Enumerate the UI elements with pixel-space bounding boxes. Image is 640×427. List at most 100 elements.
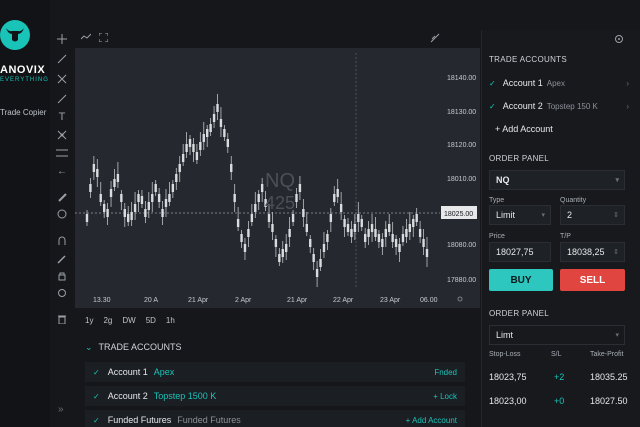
candle-body <box>250 214 254 222</box>
account-row[interactable]: ✓ Account 2 Topstep 1500 K + Lock <box>85 386 465 406</box>
magnet-icon[interactable] <box>53 234 71 248</box>
col-take-profit: Take-Profit <box>590 351 624 358</box>
ruler-icon[interactable] <box>53 190 71 204</box>
measure-icon[interactable] <box>53 146 71 160</box>
candle-body <box>236 219 240 227</box>
candle-body <box>367 229 370 237</box>
sell-button[interactable]: SELL <box>560 269 625 291</box>
candle-body <box>164 199 168 207</box>
order-sl-cell: +0 <box>554 396 565 406</box>
candle-body <box>284 244 288 252</box>
candle-body <box>271 224 274 232</box>
candle-body <box>96 169 99 177</box>
time-tick-label: 13.30 <box>93 297 111 304</box>
account-name: Account 1 <box>107 367 148 377</box>
candle-body <box>267 214 271 222</box>
timeframe-2g[interactable]: 2g <box>103 316 112 325</box>
buy-button[interactable]: BUY <box>489 269 553 291</box>
trendline-icon[interactable] <box>53 52 71 66</box>
order-type-select[interactable]: Limit ▾ <box>489 205 551 225</box>
account-provider: Topstep 150 K <box>546 101 598 111</box>
account-row[interactable]: ✓ Funded Futures Funded Futures + Add Accou… <box>85 410 465 427</box>
candle-body <box>312 254 315 262</box>
candle-body <box>350 229 353 237</box>
candle-body <box>233 194 236 202</box>
candle-body <box>336 189 339 197</box>
text-tool-icon[interactable]: T <box>53 110 71 124</box>
pattern-icon[interactable] <box>53 128 71 142</box>
candle-body <box>247 229 250 237</box>
candle-body <box>374 229 377 237</box>
chart-type-icon[interactable] <box>80 33 92 43</box>
quantity-stepper[interactable]: 2 ⇕ <box>560 205 625 225</box>
candle-body <box>216 104 219 112</box>
candle-body <box>102 204 106 212</box>
order-panel-title: ORDER PANEL <box>489 154 550 163</box>
account-name: Account 1 <box>502 78 543 88</box>
add-account-button[interactable]: + Add Account <box>495 124 553 134</box>
time-tick-label: 22 Apr <box>333 297 354 304</box>
timeframe-5D[interactable]: 5D <box>146 316 156 325</box>
trash-icon[interactable] <box>53 312 71 326</box>
pencil-icon[interactable] <box>53 252 71 266</box>
crosshair-icon[interactable] <box>53 32 71 46</box>
time-tick-label: 20 A <box>144 297 158 304</box>
candle-body <box>147 202 151 210</box>
stepper-icon: ⇕ <box>613 249 619 256</box>
candle-body <box>144 209 147 217</box>
account-name: Account 2 <box>502 101 543 111</box>
trade-accounts-section[interactable]: ⌄ TRADE ACCOUNTS <box>85 342 182 353</box>
eye-icon[interactable] <box>53 286 71 300</box>
account-action[interactable]: Fnded <box>434 368 457 377</box>
candle-body <box>219 119 223 127</box>
check-icon: ✓ <box>489 78 496 88</box>
candle-body <box>243 244 247 252</box>
candle-body <box>329 214 333 222</box>
back-arrow-icon[interactable]: ← <box>53 164 71 178</box>
price-field[interactable]: 18027,75 <box>489 242 551 262</box>
panel-account-item[interactable]: ✓ Account 1 Apex › <box>489 72 629 94</box>
candle-body <box>278 254 281 262</box>
price-chart[interactable]: 18140.00 18130.00 18120.00 18010.00 18080.00… <box>75 48 480 308</box>
timeframe-1h[interactable]: 1h <box>166 316 175 325</box>
candle-body <box>405 229 408 237</box>
candle-body <box>363 234 367 242</box>
candle-body <box>288 229 291 237</box>
timeframe-DW[interactable]: DW <box>122 316 135 325</box>
time-tick-label: 23 Apr <box>380 297 401 304</box>
candle-body <box>394 239 398 247</box>
nav-item-trade-copier[interactable]: Trade Copier <box>0 108 46 117</box>
candle-body <box>415 214 418 222</box>
brush-icon[interactable] <box>53 92 71 106</box>
take-profit-stepper[interactable]: 18038,25 ⇕ <box>560 242 625 262</box>
indicator-off-icon[interactable] <box>430 33 440 45</box>
candle-body <box>109 189 113 197</box>
settings-icon[interactable] <box>614 34 624 46</box>
fullscreen-icon[interactable] <box>98 32 109 44</box>
timeframe-1y[interactable]: 1y <box>85 316 93 325</box>
account-action[interactable]: + Add Account <box>406 416 457 425</box>
col-sl: S/L <box>551 351 562 358</box>
lock-icon[interactable] <box>53 269 71 283</box>
panel-accounts-title: TRADE ACCOUNTS <box>489 55 567 64</box>
panel-account-item[interactable]: ✓ Account 2 Topstep 150 K › <box>489 95 629 117</box>
candle-body <box>226 139 230 147</box>
account-name: Account 2 <box>107 391 148 401</box>
candle-body <box>202 134 205 142</box>
candle-body <box>353 224 357 232</box>
fib-icon[interactable] <box>53 72 71 86</box>
account-tag: Apex <box>153 367 175 377</box>
order-limit-select[interactable]: Limt ▾ <box>489 325 625 345</box>
trade-accounts-title: TRADE ACCOUNTS <box>98 342 182 352</box>
order-panel-title-2: ORDER PANEL <box>489 309 550 318</box>
account-row[interactable]: ✓ Account 1 Apex Fnded <box>85 362 465 382</box>
account-action[interactable]: + Lock <box>433 392 457 401</box>
candle-body <box>326 234 329 242</box>
symbol-select[interactable]: NQ ▾ <box>489 170 625 190</box>
zoom-icon[interactable] <box>53 207 71 221</box>
candle-body <box>302 209 305 217</box>
candle-body <box>346 224 350 232</box>
collapse-sidebar-icon[interactable]: » <box>58 404 64 415</box>
candle-body <box>157 194 161 202</box>
brand-logo[interactable] <box>0 20 30 50</box>
